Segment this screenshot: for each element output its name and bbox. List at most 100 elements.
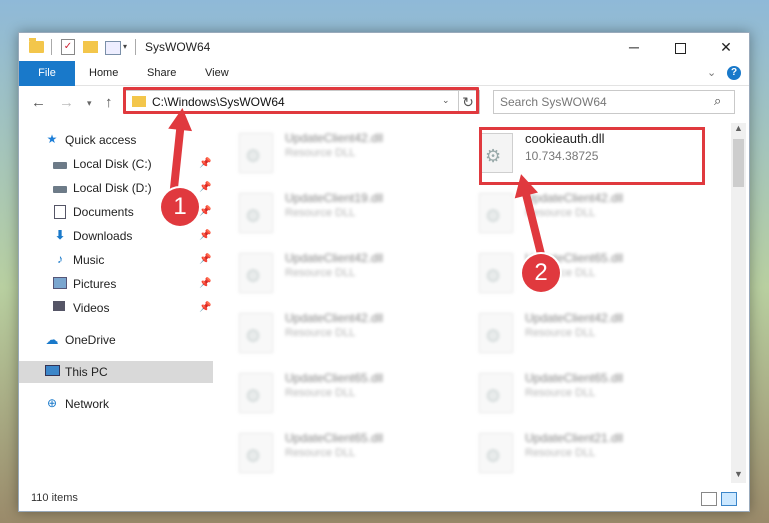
sidebar-item-label: Quick access <box>65 133 137 147</box>
sidebar-item-label: Downloads <box>73 229 133 243</box>
file-item[interactable]: ⚙ UpdateClient65.dll Resource DLL <box>219 427 449 479</box>
file-type: Resource DLL <box>525 327 596 339</box>
sidebar-item-label: Documents <box>73 205 134 219</box>
up-arrow-icon[interactable]: ↑ <box>105 94 113 111</box>
gear-icon: ⚙ <box>245 446 262 466</box>
file-item[interactable]: ⚙ UpdateClient42.dll Resource DLL <box>219 247 449 299</box>
scroll-up-icon[interactable]: ▲ <box>731 123 746 137</box>
ribbon-tabs: File Home Share View ⌄ ? <box>19 61 749 113</box>
properties-icon[interactable] <box>105 41 121 55</box>
sidebar-item-label: Videos <box>73 301 110 315</box>
dll-file-icon: ⚙ <box>239 433 273 473</box>
new-folder-icon[interactable] <box>83 41 98 53</box>
large-icons-view-icon[interactable] <box>721 492 737 506</box>
file-name: UpdateClient42.dll <box>525 311 624 325</box>
sidebar-item-this-pc[interactable]: This PC <box>19 361 213 383</box>
file-item[interactable]: ⚙ UpdateClient19.dll Resource DLL <box>219 187 449 239</box>
picture-icon <box>53 277 67 289</box>
sidebar-item-quick-access[interactable]: ★ Quick access <box>19 129 213 151</box>
customize-toolbar-icon[interactable]: ▾ <box>123 42 127 58</box>
file-type: Resource DLL <box>285 387 356 399</box>
dll-file-icon: ⚙ <box>239 133 273 173</box>
status-bar: 110 items <box>19 487 749 511</box>
file-item[interactable]: ⚙ UpdateClient42.dll Resource DLL <box>459 187 689 239</box>
pin-icon[interactable]: 📌 <box>199 302 211 313</box>
search-input[interactable] <box>498 93 702 111</box>
scrollbar-thumb[interactable] <box>733 139 744 187</box>
sidebar-item-onedrive[interactable]: ☁ OneDrive <box>19 329 213 351</box>
properties-check-icon[interactable]: ✓ <box>61 39 75 55</box>
file-name: UpdateClient65.dll <box>285 371 384 385</box>
tab-home[interactable]: Home <box>75 61 132 85</box>
navigation-bar: ← → ▾ ↑ C:\Windows\SysWOW64 ⌄ ↻ ⌕ <box>19 86 749 118</box>
sidebar-item-music[interactable]: ♪ Music 📌 <box>19 249 213 271</box>
maximize-icon <box>674 42 686 54</box>
expand-ribbon-icon[interactable]: ⌄ <box>707 66 716 79</box>
forward-arrow-icon[interactable]: → <box>59 94 74 111</box>
folder-icon[interactable] <box>29 38 44 53</box>
file-item[interactable]: ⚙ UpdateClient65.dll Resource DLL <box>459 247 689 299</box>
pin-icon[interactable]: 📌 <box>199 278 211 289</box>
help-icon[interactable]: ? <box>727 66 741 80</box>
file-name: UpdateClient65.dll <box>525 371 624 385</box>
file-name: UpdateClient42.dll <box>285 131 384 145</box>
minimize-button[interactable]: ─ <box>611 33 657 61</box>
sidebar-item-label: Local Disk (C:) <box>73 157 152 171</box>
dll-file-icon: ⚙ <box>239 253 273 293</box>
maximize-button[interactable] <box>657 33 703 61</box>
tab-share[interactable]: Share <box>133 61 190 85</box>
file-type: Resource DLL <box>285 207 356 219</box>
pin-icon[interactable]: 📌 <box>199 230 211 241</box>
file-item[interactable]: ⚙ UpdateClient42.dll Resource DLL <box>219 307 449 359</box>
sidebar-item-local-disk-c[interactable]: Local Disk (C:) 📌 <box>19 153 213 175</box>
details-view-icon[interactable] <box>701 492 717 506</box>
dll-file-icon: ⚙ <box>479 313 513 353</box>
gear-icon: ⚙ <box>485 446 502 466</box>
vertical-scrollbar[interactable]: ▲ ▼ <box>731 123 746 483</box>
close-button[interactable]: ✕ <box>703 33 749 61</box>
pin-icon[interactable]: 📌 <box>199 182 211 193</box>
sidebar-item-videos[interactable]: Videos 📌 <box>19 297 213 319</box>
star-icon: ★ <box>46 132 58 146</box>
toolbar-divider <box>135 39 136 55</box>
file-item[interactable]: ⚙ UpdateClient65.dll Resource DLL <box>459 367 689 419</box>
pin-icon[interactable]: 📌 <box>199 206 211 217</box>
recent-locations-icon[interactable]: ▾ <box>87 98 92 109</box>
pin-icon[interactable]: 📌 <box>199 254 211 265</box>
cloud-icon: ☁ <box>45 332 59 347</box>
sidebar-item-label: Music <box>73 253 105 267</box>
file-type: Resource DLL <box>285 147 356 159</box>
scroll-down-icon[interactable]: ▼ <box>731 469 746 483</box>
network-icon: ⊕ <box>46 396 58 410</box>
search-icon[interactable]: ⌕ <box>714 93 721 109</box>
title-bar: ✓ ▾ SysWOW64 ─ ✕ <box>19 33 749 61</box>
file-name: UpdateClient42.dll <box>285 311 384 325</box>
step-badge-2: 2 <box>522 254 560 292</box>
dll-file-icon: ⚙ <box>239 313 273 353</box>
file-type: Resource DLL <box>285 327 356 339</box>
search-box[interactable]: ⌕ <box>493 90 735 114</box>
sidebar-item-network[interactable]: ⊕ Network <box>19 393 213 415</box>
sidebar-item-pictures[interactable]: Pictures 📌 <box>19 273 213 295</box>
file-item[interactable]: ⚙ UpdateClient42.dll Resource DLL <box>459 307 689 359</box>
sidebar-item-downloads[interactable]: ⬇ Downloads 📌 <box>19 225 213 247</box>
file-item[interactable]: ⚙ UpdateClient65.dll Resource DLL <box>219 367 449 419</box>
pin-icon[interactable]: 📌 <box>199 158 211 169</box>
disk-icon <box>53 162 67 169</box>
file-type: Resource DLL <box>285 267 356 279</box>
gear-icon: ⚙ <box>485 206 502 226</box>
gear-icon: ⚙ <box>485 266 502 286</box>
file-item[interactable]: ⚙ UpdateClient21.dll Resource DLL <box>459 427 689 479</box>
file-name: UpdateClient65.dll <box>285 431 384 445</box>
gear-icon: ⚙ <box>245 386 262 406</box>
dll-file-icon: ⚙ <box>479 373 513 413</box>
sidebar-item-label: Network <box>65 397 110 411</box>
back-arrow-icon[interactable]: ← <box>31 94 46 111</box>
music-icon: ♪ <box>57 252 63 266</box>
file-name: UpdateClient42.dll <box>525 191 624 205</box>
sidebar-item-label: OneDrive <box>65 333 116 347</box>
sidebar-item-label: Pictures <box>73 277 117 291</box>
tab-view[interactable]: View <box>191 61 243 85</box>
step-badge-1: 1 <box>161 188 199 226</box>
file-item[interactable]: ⚙ UpdateClient42.dll Resource DLL <box>219 127 449 179</box>
